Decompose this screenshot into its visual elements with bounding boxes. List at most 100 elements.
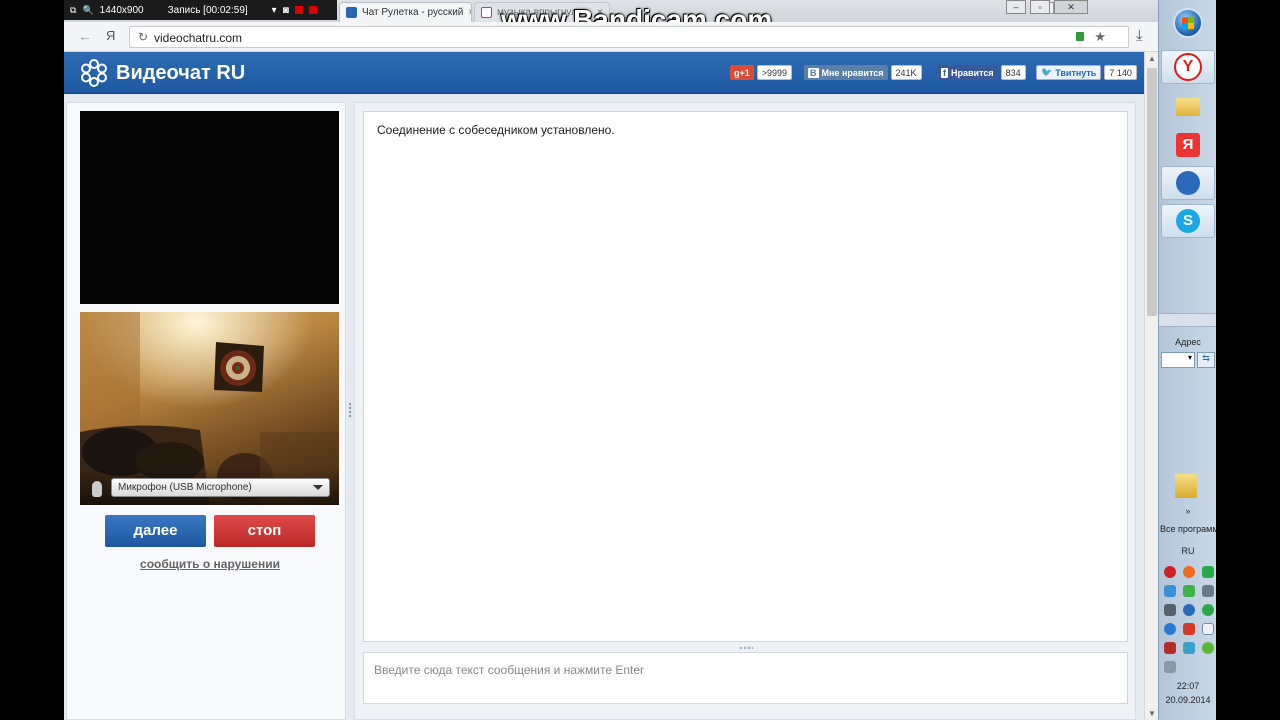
tab-chat-roulette[interactable]: Чат Рулетка - русский × <box>339 2 472 22</box>
fb-share[interactable]: f Нравится 834 <box>937 65 1026 80</box>
minimize-icon[interactable]: – <box>1006 0 1026 14</box>
windows-taskbar: Y Я S Адрес ▾ ⇆ » Все программы RU <box>1158 0 1216 720</box>
chat-log: Соединение с собеседником установлено. <box>363 111 1128 642</box>
skype-icon: S <box>1176 209 1200 233</box>
fb-like-button[interactable]: f Нравится <box>937 65 998 80</box>
update-tray-icon[interactable] <box>1202 604 1214 616</box>
camera-icon[interactable]: ◙ <box>283 5 289 16</box>
chat-message-input[interactable]: Введите сюда текст сообщения и нажмите E… <box>363 652 1128 704</box>
tweet-button[interactable]: 🐦 Твитнуть <box>1036 65 1102 80</box>
double-chevron-down-icon[interactable]: » <box>1159 506 1216 516</box>
red-tray-icon[interactable] <box>1183 623 1195 635</box>
microphone-select-value: Микрофон (USB Microphone) <box>118 482 252 493</box>
maximize-icon[interactable]: ▫ <box>1030 0 1050 14</box>
windows-logo-lower <box>1182 23 1194 29</box>
star-icon[interactable]: ★ <box>1094 29 1106 45</box>
scroll-down-arrow-icon[interactable]: ▼ <box>1145 709 1159 718</box>
scroll-thumb[interactable] <box>1147 68 1157 316</box>
start-button[interactable] <box>1173 8 1203 38</box>
yandex-icon: Я <box>1176 133 1200 157</box>
back-arrow-icon[interactable]: ← <box>78 28 92 44</box>
chat-resize-handle[interactable] <box>739 646 753 650</box>
gplus-share[interactable]: g+1 >9999 <box>730 65 793 80</box>
dropdown-icon[interactable]: ▾ <box>272 5 277 16</box>
taskbar-yandex[interactable]: Я <box>1161 128 1215 162</box>
videochat-icon <box>1176 171 1200 195</box>
bandicam-record-bar: ⧉ 🔍 1440x900 Запись [00:02:59] ▾ ◙ <box>64 0 337 20</box>
address-toolbar-input[interactable]: ▾ <box>1161 352 1195 368</box>
tweet-count: 7 140 <box>1104 65 1137 80</box>
remote-video <box>80 111 339 304</box>
recording-time: Запись [00:02:59] <box>167 4 248 16</box>
video-panel: Микрофон (USB Microphone) далее стоп соо… <box>66 102 346 720</box>
pause-icon[interactable] <box>294 6 303 14</box>
capture-resolution: 1440x900 <box>99 4 144 16</box>
flag-tray-icon[interactable] <box>1202 623 1214 635</box>
close-window-icon[interactable]: ✕ <box>1054 0 1088 14</box>
taskbar-videochat[interactable] <box>1161 166 1215 200</box>
record-tray-icon[interactable] <box>1164 566 1176 578</box>
close-tab-icon[interactable]: × <box>468 7 471 18</box>
taskbar-toolbar-separator <box>1159 313 1216 327</box>
next-button[interactable]: далее <box>105 515 206 547</box>
report-violation-link[interactable]: сообщить о нарушении <box>67 557 353 571</box>
facebook-icon: f <box>941 67 948 78</box>
twitter-share[interactable]: 🐦 Твитнуть 7 140 <box>1036 65 1137 80</box>
snowflake-tray-icon[interactable] <box>1183 642 1195 654</box>
vk-count: 241K <box>890 65 922 80</box>
download-icon[interactable]: ⤓ <box>1136 27 1143 44</box>
yandex-button[interactable]: Я <box>106 28 115 43</box>
taskbar-yandex-browser[interactable]: Y <box>1161 50 1215 84</box>
scroll-up-arrow-icon[interactable]: ▲ <box>1145 54 1159 63</box>
check-tray-icon[interactable] <box>1202 642 1214 654</box>
tweet-label: Твитнуть <box>1055 67 1097 78</box>
tab-title: Чат Рулетка - русский <box>362 7 464 18</box>
site-logo[interactable]: Видеочат RU <box>116 62 245 85</box>
blue-tray-icon[interactable] <box>1183 604 1195 616</box>
taskbar-skype[interactable]: S <box>1161 204 1215 238</box>
browser-tab-strip: ⧉ 🔍 1440x900 Запись [00:02:59] ▾ ◙ Чат Р… <box>64 0 1158 35</box>
microphone-select[interactable]: Микрофон (USB Microphone) <box>111 478 330 497</box>
network-tray-icon[interactable] <box>1164 585 1176 597</box>
go-arrow-icon[interactable]: ⇆ <box>1197 352 1215 368</box>
connection-status-message: Соединение с собеседником установлено. <box>377 123 615 137</box>
green-tray-icon[interactable] <box>1202 566 1214 578</box>
folder-icon <box>1176 98 1200 116</box>
page-scrollbar[interactable]: ▲ ▼ <box>1144 52 1158 720</box>
yandex-browser-icon: Y <box>1174 53 1202 81</box>
system-tray <box>1164 566 1214 673</box>
chat-panel: Соединение с собеседником установлено. В… <box>354 102 1136 720</box>
mic-bar: Микрофон (USB Microphone) <box>80 467 339 505</box>
signal-tray-icon[interactable] <box>1202 585 1214 597</box>
all-programs-link[interactable]: Все программы <box>1159 524 1216 534</box>
vk-share[interactable]: B Мне нравится 241K <box>804 65 922 80</box>
gplus-count: >9999 <box>756 65 793 80</box>
zoom-icon: 🔍 <box>82 4 94 15</box>
fb-count: 834 <box>1000 65 1026 80</box>
battery-tray-icon[interactable] <box>1164 642 1176 654</box>
taskbar-explorer[interactable] <box>1161 90 1215 124</box>
libraries-folder-icon[interactable] <box>1175 474 1197 498</box>
monitor-tray-icon[interactable] <box>1164 604 1176 616</box>
panel-resize-handle[interactable] <box>348 402 352 418</box>
videochat-favicon-icon <box>346 7 357 18</box>
microphone-icon <box>92 481 102 497</box>
chevron-down-icon <box>313 485 323 490</box>
shield-tray-icon[interactable] <box>1183 585 1195 597</box>
orange-tray-icon[interactable] <box>1183 566 1195 578</box>
clock-date[interactable]: 20.09.2014 <box>1159 695 1216 705</box>
vk-icon: B <box>808 67 819 78</box>
twitter-bird-icon: 🐦 <box>1041 67 1053 77</box>
stop-record-icon[interactable] <box>308 6 317 14</box>
vk-like-button[interactable]: B Мне нравится <box>804 65 888 80</box>
language-indicator[interactable]: RU <box>1159 546 1216 556</box>
volume-icon[interactable] <box>1164 661 1176 673</box>
logo-icon <box>81 59 107 87</box>
videochat-tray-icon[interactable] <box>1164 623 1176 635</box>
gplus-button[interactable]: g+1 <box>730 65 754 80</box>
stop-button[interactable]: стоп <box>214 515 315 547</box>
clock-time[interactable]: 22:07 <box>1159 681 1216 691</box>
reload-icon[interactable]: ↻ <box>138 30 148 44</box>
address-input[interactable]: ↻ videochatru.com ★ <box>129 26 1129 48</box>
lock-icon[interactable] <box>1076 32 1084 41</box>
